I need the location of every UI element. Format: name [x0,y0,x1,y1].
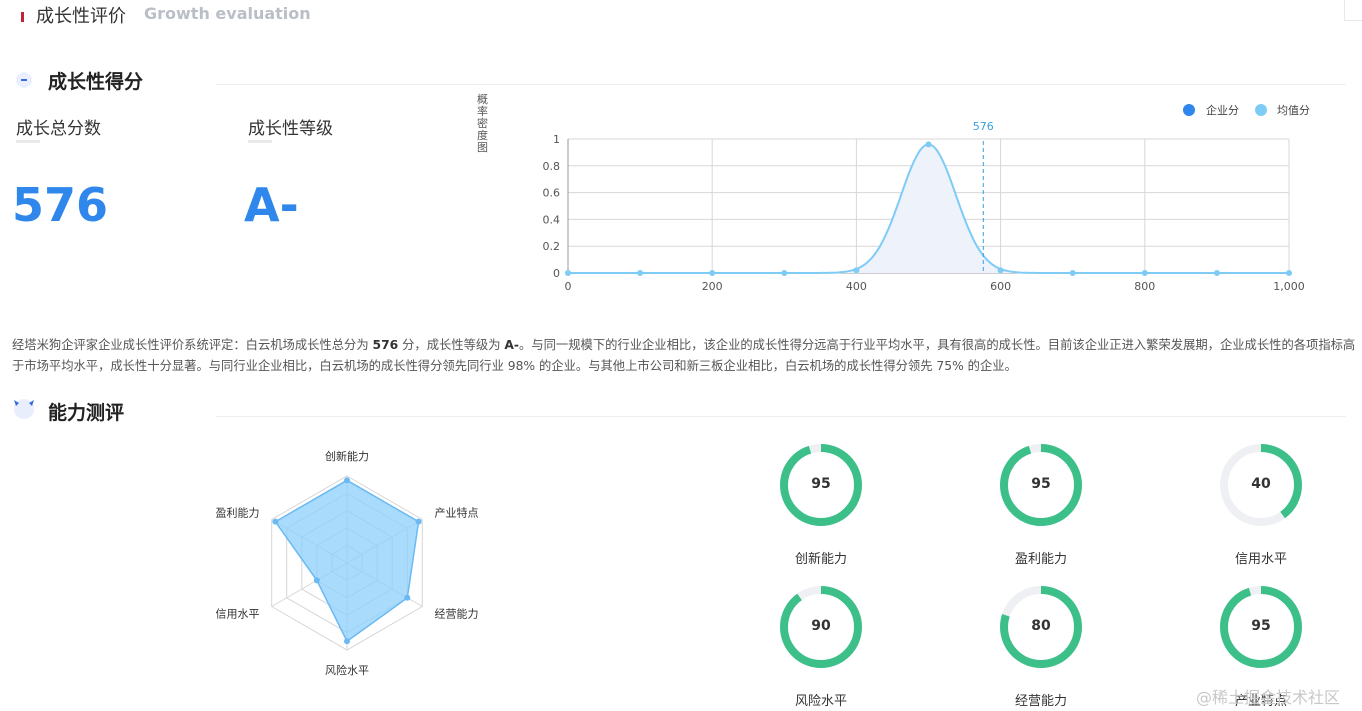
grade-label: 成长性等级 [248,119,333,139]
radar-point [272,518,279,525]
score-heading-icon [16,72,32,88]
y-tick-label: 0.2 [543,240,561,253]
y-tick-label: 1 [553,133,560,146]
radar-axis-label: 信用水平 [216,608,260,621]
total-score-value: 576 [12,178,109,232]
ability-heading-divider [216,416,1346,417]
series-point [565,270,571,276]
radar-axis-label: 产业特点 [435,506,479,520]
ability-heading: 能力测评 [48,402,125,424]
x-tick-label: 400 [846,280,867,293]
series-point [853,267,860,274]
radar-point [404,594,411,601]
series-point [1213,270,1220,276]
distribution-chart: 0 0.2 0.4 0.6 0.8 1 0 200 400 600 800 1,000 576 [543,120,1305,293]
series-area [568,144,1289,273]
section-marker [21,12,24,22]
x-tick-label: 800 [1134,280,1155,293]
radar-axis-label: 风险水平 [325,663,369,677]
score-heading: 成长性得分 [48,71,144,93]
radar-chart: 创新能力产业特点经营能力风险水平 信用水平 盈利能力 [216,449,479,677]
x-tick-label: 200 [702,280,723,293]
total-score-label: 成长总分数 [16,119,101,139]
x-tick-label: 1,000 [1273,280,1305,293]
score-heading-divider [216,84,1346,85]
donut-value: 40 [1251,476,1271,492]
series-point [925,141,932,148]
total-score-underline [16,140,40,143]
corner-button[interactable] [1344,0,1362,21]
donut-value: 95 [1031,476,1051,492]
ability-heading-icon [12,396,36,420]
watermark: @稀土掘金技术社区 [1196,688,1341,707]
series-point [781,270,788,276]
x-tick-label: 600 [990,280,1011,293]
radar-point [313,577,320,584]
donut-label: 信用水平 [1234,552,1287,567]
chart-y-title: 概率密度图 [477,94,491,154]
y-tick-label: 0.6 [543,187,561,200]
series-point [709,270,716,276]
y-tick-label: 0.4 [543,213,561,226]
donut-label: 盈利能力 [1014,552,1067,567]
donut-label: 创新能力 [794,552,847,567]
grade-value: A- [244,178,299,232]
donut-label: 经营能力 [1014,694,1067,709]
series-point [997,267,1004,274]
section-title: 成长性评价 [36,6,126,27]
donut-value: 90 [811,618,831,634]
radar-axis-label: 创新能力 [325,449,369,463]
radar-point [415,518,422,525]
donut-value: 95 [811,476,831,492]
summary-score: 576 [372,338,399,352]
grade-underline [248,140,272,143]
y-tick-label: 0 [553,267,560,280]
chart-y-title-char: 图 [477,141,488,154]
donut-value: 95 [1251,618,1271,634]
radar-point [344,477,350,484]
radar-axis-label: 盈利能力 [216,506,260,520]
score-marker-label: 576 [973,120,994,133]
radar-point [344,638,350,645]
summary-text: 经塔米狗企评家企业成长性评价系统评定：白云机场成长性总分为 576 分，成长性等… [12,338,1356,373]
donut-label: 风险水平 [794,694,847,709]
y-tick-label: 0.8 [543,160,561,173]
section-subtitle: Growth evaluation [144,4,311,23]
series-point [1069,270,1076,276]
donut-value: 80 [1031,618,1051,634]
series-point [1286,270,1292,276]
summary-grade: A- [504,338,520,352]
series-point [1141,270,1148,276]
radar-axis-label: 经营能力 [435,607,479,621]
series-point [637,270,644,276]
x-tick-label: 0 [565,280,572,293]
